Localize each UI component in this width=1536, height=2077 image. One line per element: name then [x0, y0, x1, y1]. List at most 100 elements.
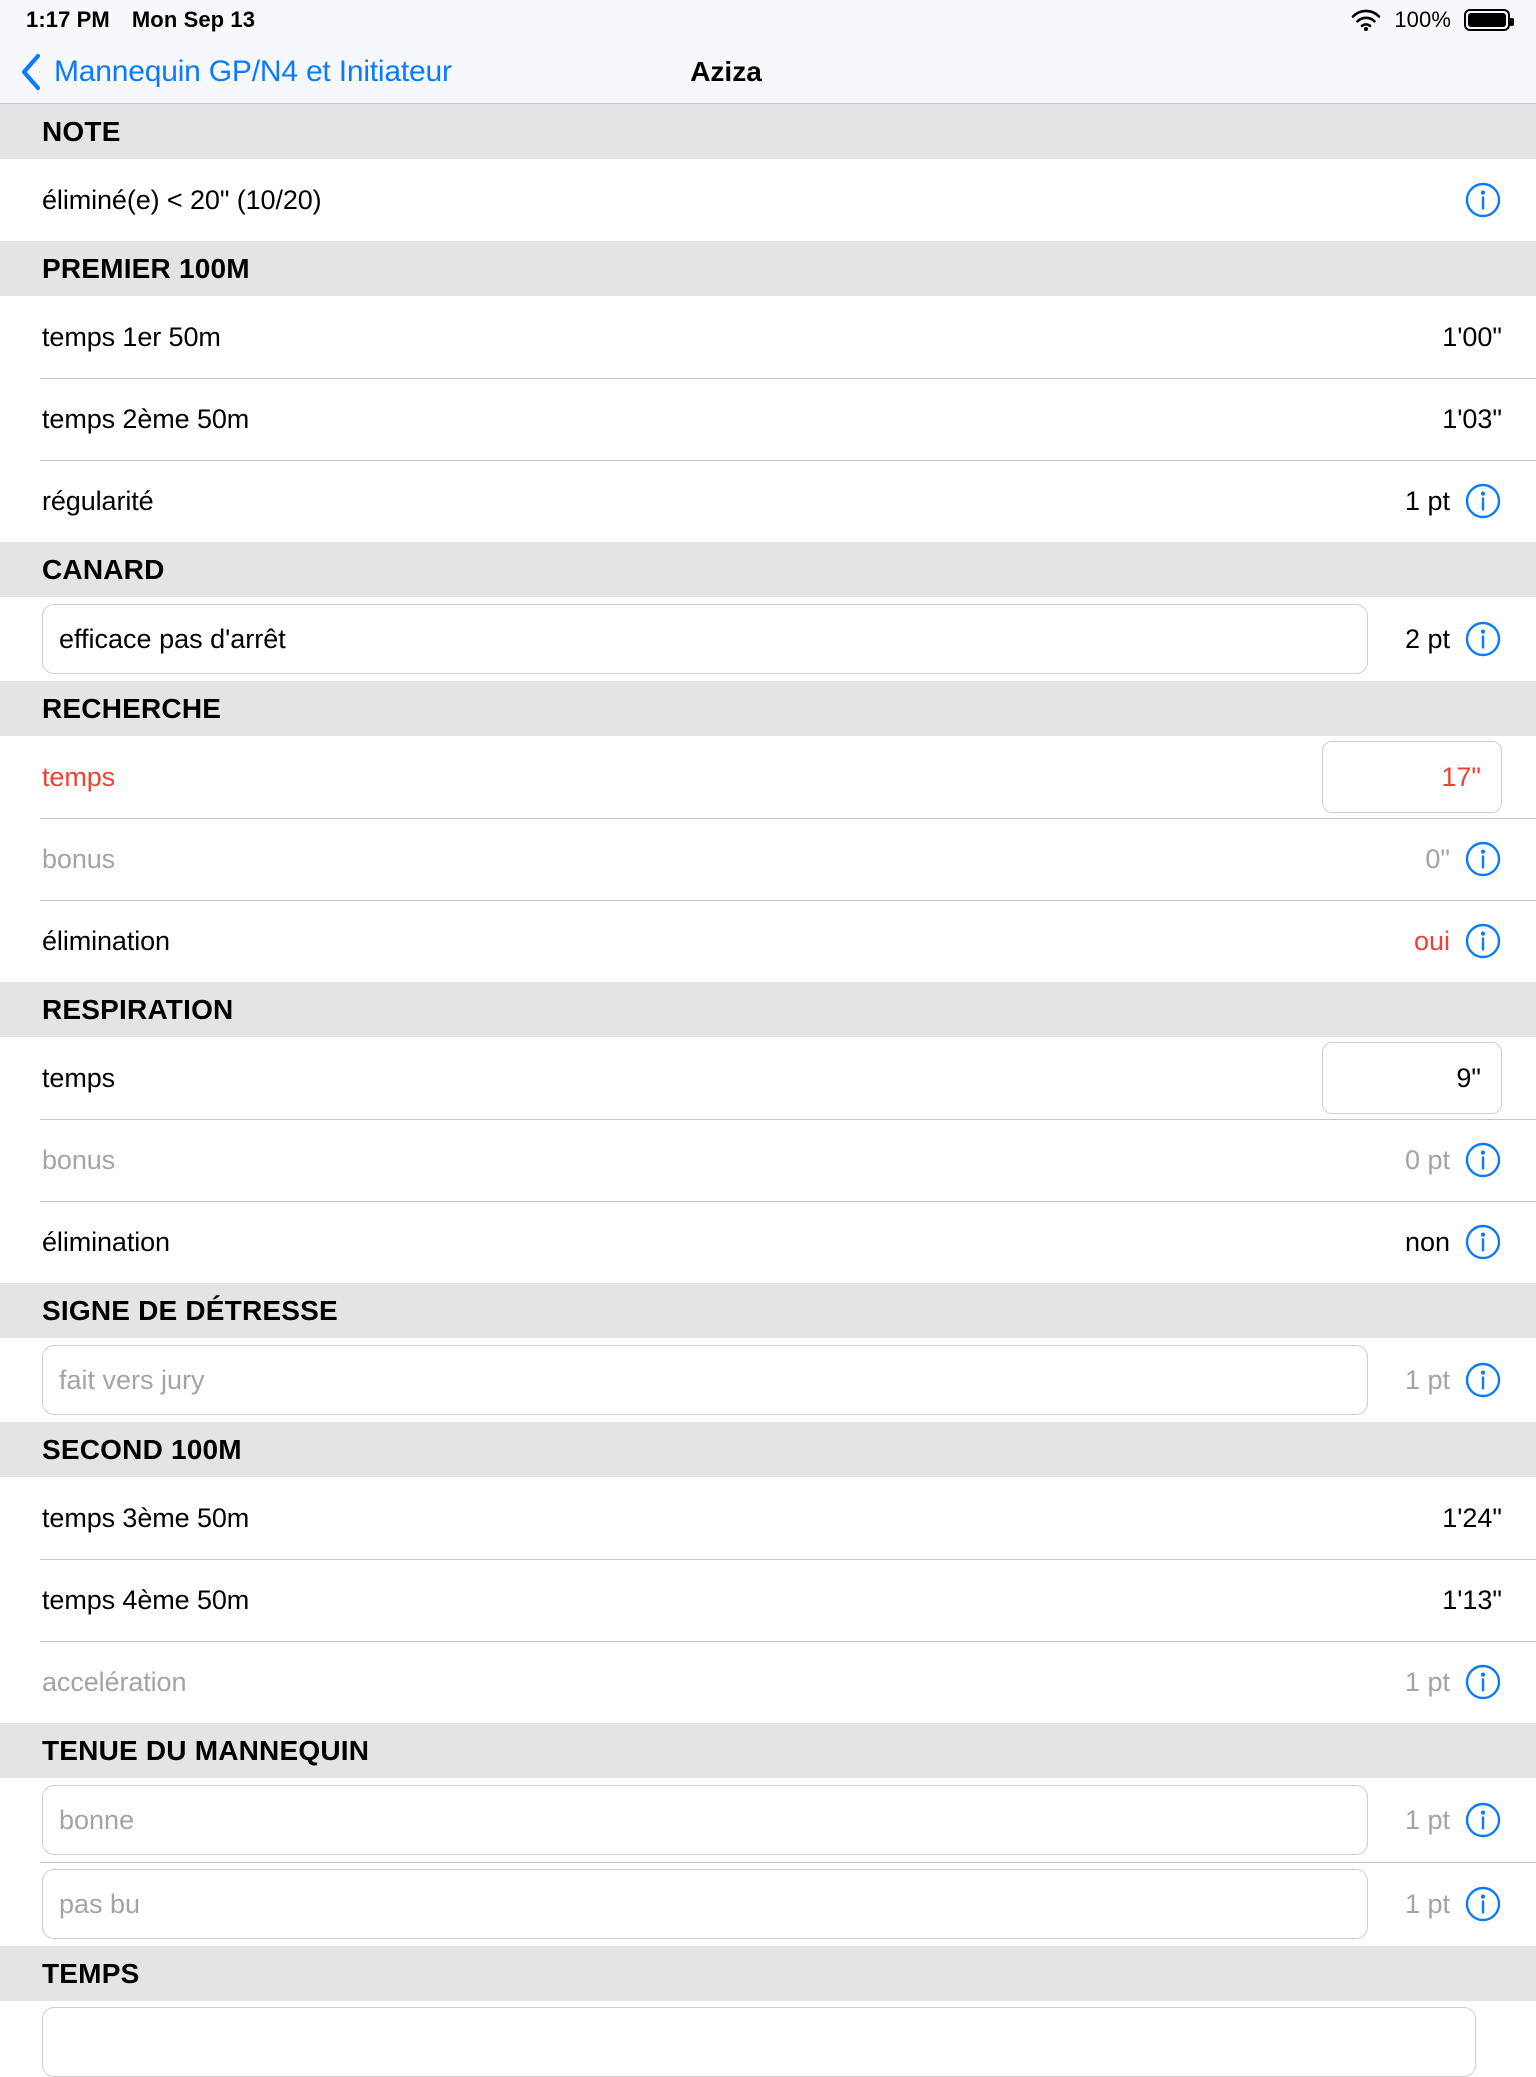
info-icon[interactable]: [1464, 1141, 1502, 1179]
row-label: temps 4ème 50m: [42, 1584, 250, 1615]
row-trailing: 1 pt: [1394, 1361, 1502, 1399]
row-value: 1 pt: [1404, 1364, 1450, 1395]
row-label: élimination: [42, 925, 170, 956]
battery-percent-label: 100%: [1394, 7, 1451, 32]
info-icon[interactable]: [1464, 181, 1502, 219]
row-value: 2 pt: [1404, 623, 1450, 654]
form-row[interactable]: régularité 1 pt: [0, 460, 1536, 542]
section-header-note: NOTE: [0, 104, 1536, 159]
form-row[interactable]: élimination non: [0, 1201, 1536, 1283]
section-header-tenue-du-mannequin: TENUE DU MANNEQUIN: [0, 1723, 1536, 1778]
info-icon[interactable]: [1464, 1801, 1502, 1839]
settings-form-list: NOTE éliminé(e) < 20" (10/20) PREMIER 100M…: [0, 104, 1536, 2077]
row-value: oui: [1413, 925, 1450, 956]
row-trailing: 0": [1425, 840, 1502, 878]
row-label: temps: [42, 1062, 116, 1093]
row-value: 0": [1425, 843, 1450, 874]
section-header-signe-de-detresse: SIGNE DE DÉTRESSE: [0, 1283, 1536, 1338]
row-label: régularité: [42, 485, 154, 516]
row-label: temps: [42, 761, 116, 792]
row-value: 0 pt: [1404, 1144, 1450, 1175]
form-row[interactable]: temps 3ème 50m 1'24": [0, 1477, 1536, 1559]
value-input-box[interactable]: 17": [1322, 741, 1502, 813]
info-icon[interactable]: [1464, 1361, 1502, 1399]
form-row[interactable]: temps 17": [0, 736, 1536, 818]
form-row: efficace pas d'arrêt 2 pt: [0, 597, 1536, 681]
row-trailing: oui: [1414, 922, 1502, 960]
form-row: pas bu 1 pt: [0, 1862, 1536, 1946]
value-input-box[interactable]: 9": [1322, 1042, 1502, 1114]
row-trailing: 17": [1322, 741, 1502, 813]
battery-full-icon: [1464, 9, 1514, 31]
row-value: 1 pt: [1404, 485, 1450, 516]
back-button[interactable]: Mannequin GP/N4 et Initiateur: [0, 53, 452, 91]
info-icon[interactable]: [1464, 840, 1502, 878]
row-value: 1'03": [1442, 403, 1502, 434]
text-input-field[interactable]: bonne: [42, 1785, 1368, 1855]
info-icon[interactable]: [1464, 1885, 1502, 1923]
row-value: 1'13": [1442, 1584, 1502, 1615]
chevron-left-icon: [20, 53, 42, 91]
form-row[interactable]: éliminé(e) < 20" (10/20): [0, 159, 1536, 241]
form-row[interactable]: temps 4ème 50m 1'13": [0, 1559, 1536, 1641]
form-row-partial: [0, 2001, 1536, 2077]
row-trailing: non: [1405, 1223, 1502, 1261]
row-trailing: 2 pt: [1394, 620, 1502, 658]
row-value: 1 pt: [1404, 1666, 1450, 1697]
status-time: 1:17 PM: [26, 7, 110, 32]
section-header-canard: CANARD: [0, 542, 1536, 597]
form-row: fait vers jury 1 pt: [0, 1338, 1536, 1422]
section-header-respiration: RESPIRATION: [0, 982, 1536, 1037]
row-trailing: 1 pt: [1394, 1885, 1502, 1923]
row-label: temps 3ème 50m: [42, 1502, 250, 1533]
section-header-second-100m: SECOND 100M: [0, 1422, 1536, 1477]
form-row[interactable]: élimination oui: [0, 900, 1536, 982]
row-trailing: 1'13": [1442, 1585, 1502, 1616]
info-icon[interactable]: [1464, 1663, 1502, 1701]
section-header-premier-100m: PREMIER 100M: [0, 241, 1536, 296]
row-trailing: 1'00": [1442, 322, 1502, 353]
text-input-field[interactable]: fait vers jury: [42, 1345, 1368, 1415]
row-label: bonus: [42, 1144, 116, 1175]
row-value: 1'00": [1442, 321, 1502, 352]
row-value: 1 pt: [1404, 1804, 1450, 1835]
form-row[interactable]: accelération 1 pt: [0, 1641, 1536, 1723]
row-trailing: 1 pt: [1405, 1663, 1502, 1701]
row-trailing: 1'03": [1442, 404, 1502, 435]
form-row[interactable]: bonus 0": [0, 818, 1536, 900]
form-row[interactable]: temps 2ème 50m 1'03": [0, 378, 1536, 460]
row-label: temps 2ème 50m: [42, 403, 250, 434]
text-input-field[interactable]: [42, 2007, 1476, 2077]
row-trailing: 1 pt: [1394, 1801, 1502, 1839]
form-row[interactable]: bonus 0 pt: [0, 1119, 1536, 1201]
row-label: élimination: [42, 1226, 170, 1257]
info-icon[interactable]: [1464, 620, 1502, 658]
status-date: Mon Sep 13: [131, 7, 256, 32]
navigation-bar: Mannequin GP/N4 et Initiateur Aziza: [0, 40, 1536, 104]
form-row[interactable]: temps 1er 50m 1'00": [0, 296, 1536, 378]
status-right-cluster: 100%: [1351, 7, 1514, 33]
section-header-recherche: RECHERCHE: [0, 681, 1536, 736]
row-trailing: [1464, 181, 1502, 219]
row-label: bonus: [42, 843, 116, 874]
row-trailing: 0 pt: [1405, 1141, 1502, 1179]
info-icon[interactable]: [1464, 922, 1502, 960]
back-button-label: Mannequin GP/N4 et Initiateur: [54, 54, 452, 88]
info-icon[interactable]: [1464, 482, 1502, 520]
wifi-icon: [1351, 9, 1381, 31]
text-input-field[interactable]: efficace pas d'arrêt: [42, 604, 1368, 674]
row-trailing: 9": [1322, 1042, 1502, 1114]
status-bar: 1:17 PM Mon Sep 13 100%: [0, 0, 1536, 40]
form-row[interactable]: temps 9": [0, 1037, 1536, 1119]
row-label: éliminé(e) < 20" (10/20): [42, 184, 322, 215]
row-label: temps 1er 50m: [42, 321, 221, 352]
row-trailing: 1 pt: [1405, 482, 1502, 520]
text-input-field[interactable]: pas bu: [42, 1869, 1368, 1939]
row-value: 1'24": [1442, 1502, 1502, 1533]
section-header-temps: TEMPS: [0, 1946, 1536, 2001]
row-trailing: 1'24": [1442, 1503, 1502, 1534]
row-value: 1 pt: [1404, 1888, 1450, 1919]
form-row: bonne 1 pt: [0, 1778, 1536, 1862]
row-value: non: [1404, 1226, 1450, 1257]
info-icon[interactable]: [1464, 1223, 1502, 1261]
